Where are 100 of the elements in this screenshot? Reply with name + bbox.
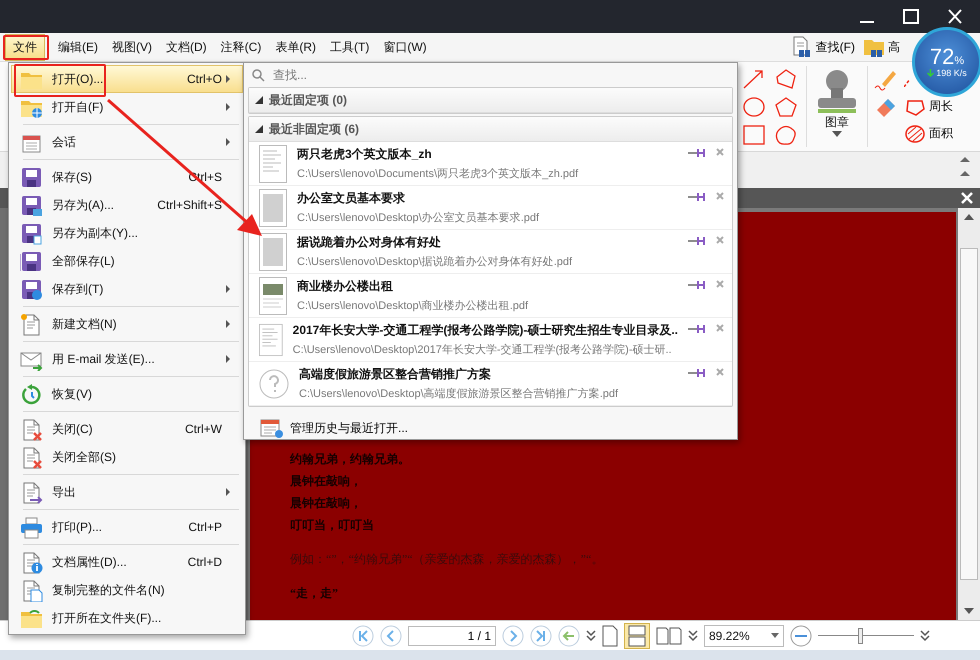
file-name: 商业楼办公楼出租: [297, 278, 393, 295]
area-tool[interactable]: 面积: [904, 124, 974, 144]
menu-item-label: 用 E-mail 发送(E)...: [52, 350, 156, 368]
menu-item[interactable]: 打开自(F): [11, 93, 243, 121]
recent-file-item[interactable]: 办公室文员基本要求 C:\Users\lenovo\Desktop\办公室文员基本要求.pdf: [249, 186, 732, 230]
manage-history-item[interactable]: 管理历史与最近打开...: [244, 407, 737, 439]
menu-item[interactable]: 窗口(W): [376, 34, 434, 60]
scrollbar-thumb[interactable]: [960, 248, 978, 580]
menu-item-label: 新建文档(N): [52, 316, 118, 332]
circle-tool-icon[interactable]: [742, 96, 766, 118]
group-header[interactable]: 最近非固定项 (6): [249, 117, 732, 142]
menu-item[interactable]: 工具(T): [323, 34, 376, 60]
zoom-out-icon[interactable]: [790, 624, 812, 646]
find-icon: [790, 36, 813, 58]
pin-icon[interactable]: [688, 280, 706, 290]
document-thumbnail: [259, 276, 287, 314]
menu-item[interactable]: 文档(D): [159, 34, 214, 60]
menu-item[interactable]: 会话: [11, 128, 243, 156]
first-page-icon[interactable]: [352, 624, 374, 646]
scroll-up-icon[interactable]: [962, 212, 976, 222]
usage-unit: %: [954, 55, 964, 67]
menu-item[interactable]: 保存到(T): [11, 275, 243, 303]
remove-icon[interactable]: [716, 280, 724, 288]
menu-item[interactable]: 文档属性(D)... Ctrl+D: [11, 548, 243, 576]
toolbar-button[interactable]: 高: [863, 36, 900, 58]
continuous-page-icon[interactable]: [624, 622, 650, 648]
file-path: C:\Users\lenovo\Documents\两只老虎3个英文版本_zh.pdf: [297, 166, 578, 181]
menu-item[interactable]: 关闭(C) Ctrl+W: [11, 415, 243, 443]
file-path: C:\Users\lenovo\Desktop\高端度假旅游景区整合营销推广方案.pdf: [299, 386, 618, 401]
menu-item[interactable]: 打开(O)... Ctrl+O: [11, 65, 243, 93]
facing-pages-icon[interactable]: [656, 626, 682, 644]
more-icon[interactable]: [920, 630, 930, 642]
zoom-field[interactable]: 89.22%: [704, 624, 784, 646]
dropdown-caret-icon[interactable]: [832, 131, 842, 137]
pentagon-tool-icon[interactable]: [774, 96, 798, 118]
previous-page-icon[interactable]: [380, 624, 402, 646]
menu-item[interactable]: 视图(V): [105, 34, 159, 60]
polygon-tool-icon[interactable]: [774, 68, 798, 90]
cloud-tool-icon[interactable]: [774, 124, 798, 146]
menu-item[interactable]: 全部保存(L): [11, 247, 243, 275]
document-text: “走，走”: [290, 585, 339, 602]
last-page-icon[interactable]: [530, 624, 552, 646]
remove-icon[interactable]: [716, 148, 724, 156]
pin-icon[interactable]: [688, 192, 706, 202]
recent-file-item[interactable]: 两只老虎3个英文版本_zh C:\Users\lenovo\Documents\两只老虎3个英文版本_zh.pdf: [249, 142, 732, 186]
menu-item-label: 文档属性(D)...: [52, 554, 128, 570]
menu-item-label: 导出: [52, 484, 77, 500]
perimeter-tool[interactable]: 周长: [904, 96, 974, 116]
maximize-icon[interactable]: [900, 6, 922, 26]
file-name: 据说跪着办公对身体有好处: [297, 234, 441, 251]
file-name: 两只老虎3个英文版本_zh: [297, 146, 432, 163]
group-header[interactable]: 最近固定项 (0): [249, 88, 732, 113]
menu-item[interactable]: 导出: [11, 478, 243, 506]
recent-file-item[interactable]: 商业楼办公楼出租 C:\Users\lenovo\Desktop\商业楼办公楼出租.pdf: [249, 274, 732, 318]
menu-item-label: 恢复(V): [52, 386, 93, 402]
pin-icon[interactable]: [688, 368, 706, 378]
scroll-down-icon[interactable]: [962, 606, 976, 616]
recent-file-item[interactable]: 据说跪着办公对身体有好处 C:\Users\lenovo\Desktop\据说跪着办公对身体有好处.pdf: [249, 230, 732, 274]
menu-item[interactable]: 另存为副本(Y)...: [11, 219, 243, 247]
page-number-field[interactable]: 1 / 1: [408, 626, 496, 646]
zoom-slider[interactable]: [818, 628, 914, 644]
menu-item[interactable]: 表单(R): [268, 34, 324, 60]
pin-icon[interactable]: [688, 324, 706, 334]
remove-icon[interactable]: [716, 192, 724, 200]
shortcut-text: Ctrl+W: [185, 422, 223, 436]
pin-icon[interactable]: [688, 236, 706, 246]
next-page-icon[interactable]: [502, 624, 524, 646]
dropdown-caret-icon: [771, 633, 779, 638]
menu-item[interactable]: 编辑(E): [51, 34, 105, 60]
menu-item[interactable]: 用 E-mail 发送(E)...: [11, 345, 243, 373]
more-icon[interactable]: [586, 630, 596, 642]
menu-item[interactable]: 新建文档(N): [11, 310, 243, 338]
single-page-icon[interactable]: [602, 624, 618, 646]
menu-item[interactable]: 打印(P)... Ctrl+P: [11, 513, 243, 541]
remove-icon[interactable]: [716, 236, 724, 244]
document-text: 晨钟在敲响，: [290, 473, 363, 490]
menu-item-label: 打开自(F): [52, 98, 104, 116]
remove-icon[interactable]: [716, 324, 724, 332]
document-text: 约翰兄弟，约翰兄弟。: [290, 451, 411, 468]
pin-icon[interactable]: [688, 148, 706, 158]
menu-item[interactable]: 注释(C): [214, 34, 268, 60]
menu-item[interactable]: 恢复(V): [11, 380, 243, 408]
menu-item[interactable]: 复制完整的文件名(N): [11, 576, 243, 604]
stamp-label[interactable]: 图章: [825, 114, 849, 131]
shortcut-text: Ctrl+P: [188, 520, 223, 534]
close-icon[interactable]: [960, 191, 974, 205]
search-field[interactable]: 查找...: [271, 67, 737, 83]
remove-icon[interactable]: [716, 368, 724, 376]
menu-item[interactable]: 另存为(A)... Ctrl+Shift+S: [11, 191, 243, 219]
document-thumbnail: [259, 144, 287, 182]
rectangle-tool-icon[interactable]: [742, 124, 766, 146]
annotation-frame: [3, 35, 49, 60]
recent-file-item[interactable]: 高端度假旅游景区整合营销推广方案 C:\Users\lenovo\Desktop\高端度假旅游景区整合营销推广方案.pdf: [249, 362, 732, 406]
expand-triangle-icon[interactable]: [255, 96, 263, 104]
recent-file-item[interactable]: 2017年长安大学-交通工程学(报考公路学院)-硕士研究生招生专业目录及.. C:\Users\lenovo\Desktop\2017年长安大学-交通工程学(报考公路学院)-硕士研..: [249, 318, 732, 362]
more-icon[interactable]: [688, 630, 698, 642]
toolbar-button[interactable]: 查找(F): [790, 36, 855, 58]
expand-triangle-icon[interactable]: [255, 125, 263, 133]
menu-item[interactable]: 关闭全部(S): [11, 443, 243, 471]
menu-item[interactable]: 打开所在文件夹(F)...: [11, 604, 243, 632]
